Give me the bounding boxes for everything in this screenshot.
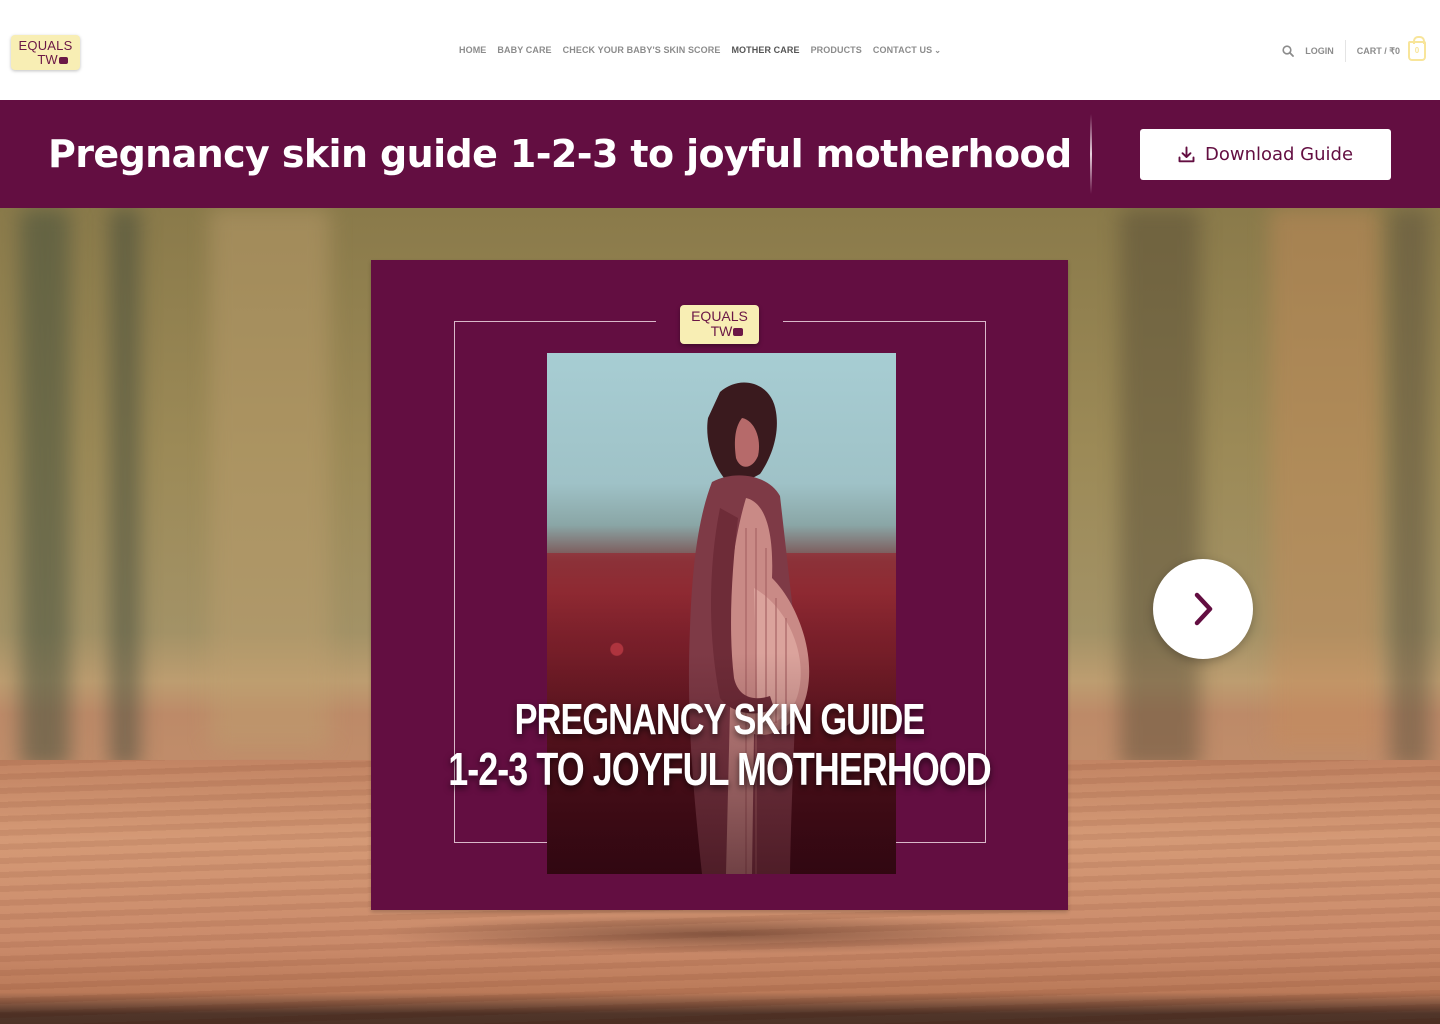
chevron-down-icon: ⌄ [934, 46, 942, 55]
cover-photo [547, 353, 896, 874]
background-tree [1270, 208, 1380, 748]
nav-mother-care[interactable]: MOTHER CARE [731, 45, 799, 55]
site-header: EQUALS TW HOME BABY CARE CHECK YOUR BABY… [0, 0, 1440, 100]
background-tree [210, 208, 330, 748]
band-separator [1090, 114, 1092, 194]
nav-products[interactable]: PRODUCTS [811, 45, 862, 55]
cover-logo-line1: EQUALS [691, 308, 748, 324]
guide-title-band: Pregnancy skin guide 1-2-3 to joyful mot… [0, 100, 1440, 208]
nav-baby-care[interactable]: BABY CARE [497, 45, 551, 55]
download-icon [1178, 146, 1195, 163]
nav-contact-us[interactable]: CONTACT US ⌄ [873, 45, 941, 55]
search-icon[interactable] [1282, 45, 1295, 57]
cover-logo: EQUALS TW [680, 305, 759, 344]
next-slide-button[interactable] [1153, 559, 1253, 659]
download-guide-button[interactable]: Download Guide [1140, 129, 1391, 180]
cover-logo-line2: TW [680, 324, 759, 338]
cover-title-line2: 1-2-3 TO JOYFUL MOTHERHOOD [448, 743, 991, 795]
cart-link[interactable]: CART / ₹0 [1357, 46, 1400, 57]
login-link[interactable]: LOGIN [1305, 46, 1334, 56]
logo-bar-icon [58, 57, 68, 65]
logo-text-line1: EQUALS [18, 38, 73, 53]
download-guide-label: Download Guide [1204, 144, 1354, 165]
background-tree [1120, 208, 1200, 768]
header-actions: LOGIN CART / ₹0 0 [1282, 36, 1426, 63]
header-divider [1344, 40, 1346, 62]
guide-hero: EQUALS TW PREGNANCY SKIN GUIDE 1-2-3 TO … [0, 208, 1440, 1024]
guide-cover[interactable]: EQUALS TW PREGNANCY SKIN GUIDE 1-2-3 TO … [371, 260, 1068, 910]
cart-bag-icon[interactable]: 0 [1408, 36, 1426, 61]
page-title: Pregnancy skin guide 1-2-3 to joyful mot… [48, 132, 1072, 176]
nav-skin-score[interactable]: CHECK YOUR BABY'S SKIN SCORE [563, 45, 721, 55]
chevron-right-icon [1194, 592, 1213, 626]
background-tree [110, 208, 140, 768]
cover-title-line1: PREGNANCY SKIN GUIDE [514, 695, 926, 744]
main-nav: HOME BABY CARE CHECK YOUR BABY'S SKIN SC… [459, 45, 941, 55]
nav-home[interactable]: HOME [459, 45, 486, 55]
brand-logo[interactable]: EQUALS TW [11, 35, 80, 70]
logo-bar-icon [733, 328, 744, 337]
background-tree [1390, 208, 1430, 768]
background-tree [20, 208, 70, 768]
cover-shadow [372, 914, 1072, 954]
logo-text-line2: TW [11, 53, 80, 66]
